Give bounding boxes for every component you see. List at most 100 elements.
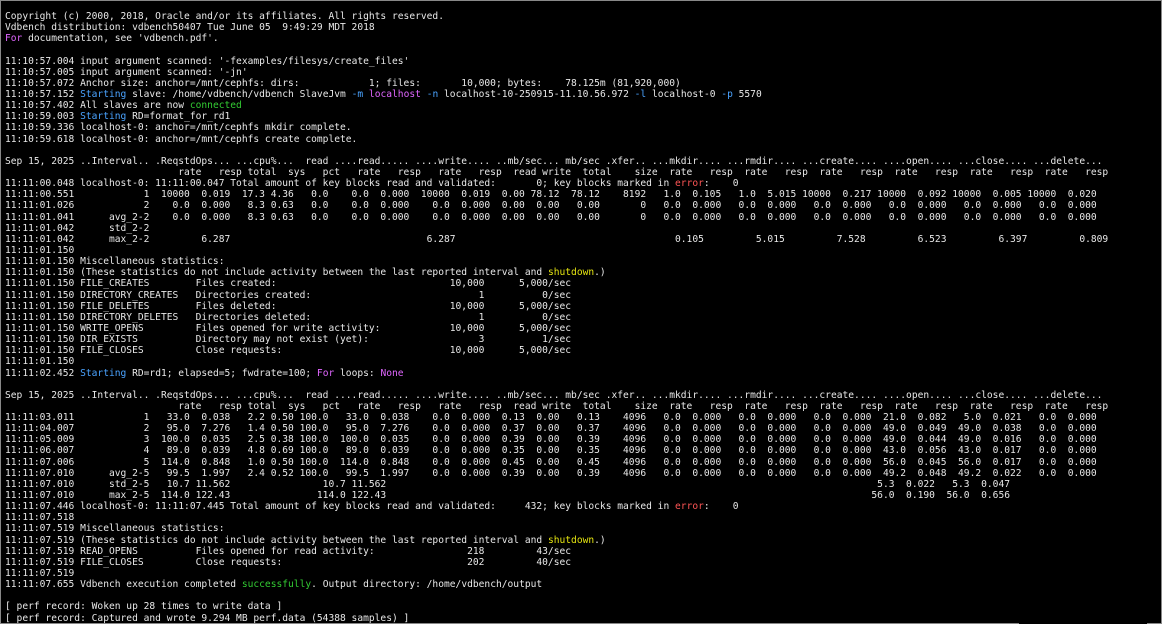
terminal-line: rate resp total sys pct rate resp rate r… bbox=[5, 167, 1161, 178]
terminal-text-segment: 11:11:01.150 FILE_CREATES Files created:… bbox=[5, 278, 572, 290]
terminal-text-segment: 11:10:57.072 Anchor size: anchor=/mnt/ce… bbox=[5, 77, 681, 89]
terminal-text-segment: [ perf record: Woken up 28 times to writ… bbox=[5, 601, 283, 613]
terminal-text-segment: 11:10:59.003 bbox=[5, 111, 81, 123]
terminal-text-segment: shutdown bbox=[547, 267, 595, 279]
terminal-text-segment: documentation, see 'vdbench.pdf'. bbox=[22, 33, 219, 45]
terminal-text-segment: 11:11:07.010 max_2-5 114.0 122.43 114.0 … bbox=[5, 490, 1011, 502]
terminal-text-segment: 11:11:01.150 (These statistics do not in… bbox=[5, 267, 548, 279]
terminal-text-segment: 11:11:07.006 5 114.0 0.848 1.0 0.50 100.… bbox=[5, 456, 1097, 468]
terminal-text-segment: 11:11:01.026 2 0.0 0.000 8.3 0.63 0.0 0.… bbox=[5, 200, 1097, 212]
terminal-text-segment: '-jn' bbox=[218, 66, 248, 78]
terminal-window[interactable]: Copyright (c) 2000, 2018, Oracle and/or … bbox=[0, 0, 1162, 624]
terminal-line: 11:11:01.150 FILE_CLOSES Close requests:… bbox=[5, 345, 1161, 356]
terminal-line: 11:10:59.003 Starting RD=format_for_rd1 bbox=[5, 111, 1161, 122]
terminal-text-segment: None bbox=[380, 367, 404, 379]
terminal-line: 11:11:01.150 FILE_CREATES Files created:… bbox=[5, 278, 1161, 289]
terminal-text-segment: : 0 bbox=[703, 178, 739, 190]
terminal-text-segment: 11:11:01.042 std_2-2 bbox=[5, 222, 150, 234]
terminal-text-segment: shutdown bbox=[547, 534, 595, 546]
terminal-cursor-area bbox=[1019, 606, 1147, 624]
terminal-line: 11:11:07.519 Miscellaneous statistics: bbox=[5, 523, 1161, 534]
terminal-text-segment: 11:11:01.150 bbox=[5, 356, 75, 368]
terminal-text-segment: 11:11:07.010 std_2-5 10.7 11.562 10.7 11… bbox=[5, 478, 1011, 490]
terminal-text-segment: .) bbox=[594, 534, 606, 546]
terminal-text-segment: For bbox=[5, 33, 23, 45]
terminal-line: [ perf record: Woken up 28 times to writ… bbox=[5, 601, 1161, 612]
terminal-text-segment: .) bbox=[594, 267, 606, 279]
terminal-line: 11:11:00.048 localhost-0: 11:11:00.047 T… bbox=[5, 178, 1161, 189]
terminal-line: 11:11:07.010 max_2-5 114.0 122.43 114.0 … bbox=[5, 490, 1161, 501]
terminal-text-segment: 11:11:07.519 bbox=[5, 568, 75, 580]
terminal-text-segment: 11:11:00.048 localhost-0: 11:11:00.047 T… bbox=[5, 178, 676, 190]
terminal-line: 11:11:01.042 max_2-2 6.287 6.287 0.105 5… bbox=[5, 234, 1161, 245]
terminal-text-segment: RD=rd1; elapsed=5; fwdrate=100; bbox=[126, 367, 317, 379]
terminal-text-segment: slave: /home/vdbench/vdbench SlaveJvm bbox=[126, 88, 352, 100]
terminal-text-segment: connected bbox=[189, 100, 242, 112]
terminal-text-segment: 11:11:00.551 1 10000 0.019 17.3 4.36 0.0… bbox=[5, 189, 1097, 201]
terminal-line: 11:11:06.007 4 89.0 0.039 4.8 0.69 100.0… bbox=[5, 445, 1161, 456]
terminal-text-segment: localhost bbox=[368, 88, 421, 100]
terminal-text-segment: 11:11:01.150 DIR_EXISTS Directory may no… bbox=[5, 334, 572, 346]
terminal-text-segment: 11:11:01.150 WRITE_OPENS Files opened fo… bbox=[5, 322, 572, 334]
terminal-text-segment: Starting bbox=[80, 88, 127, 100]
terminal-text-segment: 11:11:01.150 DIRECTORY_DELETES Directori… bbox=[5, 311, 572, 323]
terminal-text-segment: Vdbench distribution: vdbench50407 Tue J… bbox=[5, 22, 375, 34]
terminal-text-segment: successfully bbox=[241, 579, 312, 591]
terminal-text-segment: rate resp total sys pct rate resp rate r… bbox=[5, 400, 1109, 412]
terminal-line: 11:11:04.007 2 95.0 7.276 1.4 0.50 100.0… bbox=[5, 423, 1161, 434]
terminal-text-segment: 11:11:02.452 bbox=[5, 367, 81, 379]
terminal-text-segment: -m bbox=[351, 88, 364, 100]
terminal-text-segment: 11:11:07.010 avg_2-5 99.5 1.997 2.4 0.52… bbox=[5, 467, 1097, 479]
terminal-line: 11:11:01.150 WRITE_OPENS Files opened fo… bbox=[5, 323, 1161, 334]
terminal-line: 11:11:02.452 Starting RD=rd1; elapsed=5;… bbox=[5, 368, 1161, 379]
terminal-text-segment: localhost-10-250915-11.10.56.972 bbox=[438, 88, 635, 100]
terminal-text-segment: For bbox=[316, 367, 335, 379]
terminal-text-segment: error bbox=[675, 178, 704, 190]
terminal-text-segment: 11:10:57.005 input argument scanned: bbox=[5, 66, 219, 78]
terminal-text-segment: '-fexamples/filesys/create_files' bbox=[218, 55, 410, 67]
terminal-line: 11:11:05.009 3 100.0 0.035 2.5 0.38 100.… bbox=[5, 434, 1161, 445]
terminal-line: 11:11:07.446 localhost-0: 11:11:07.445 T… bbox=[5, 501, 1161, 512]
terminal-line: 11:11:01.026 2 0.0 0.000 8.3 0.63 0.0 0.… bbox=[5, 200, 1161, 211]
terminal-text-segment: 11:11:01.150 Miscellaneous statistics: bbox=[5, 256, 225, 268]
terminal-text-segment: RD=format_for_rd1 bbox=[126, 111, 231, 123]
terminal-text-segment: localhost-0 bbox=[646, 88, 722, 100]
terminal-text-segment: -l bbox=[634, 88, 647, 100]
terminal-line: 11:11:07.655 Vdbench execution completed… bbox=[5, 579, 1161, 590]
terminal-line: 11:10:59.336 localhost-0: anchor=/mnt/ce… bbox=[5, 122, 1161, 133]
terminal-text-segment: Starting bbox=[80, 367, 127, 379]
terminal-line: 11:11:00.551 1 10000 0.019 17.3 4.36 0.0… bbox=[5, 189, 1161, 200]
terminal-text-segment: Copyright (c) 2000, 2018, Oracle and/or … bbox=[5, 11, 444, 22]
terminal-text-segment: loops: bbox=[334, 367, 381, 379]
terminal-line: 11:11:01.041 avg_2-2 0.0 0.000 8.3 0.63 … bbox=[5, 212, 1161, 223]
terminal-line: 11:11:01.150 Miscellaneous statistics: bbox=[5, 256, 1161, 267]
terminal-text-segment: 11:11:01.150 bbox=[5, 244, 75, 256]
terminal-text-segment: 5570 bbox=[732, 88, 762, 100]
terminal-text-segment: 11:11:06.007 4 89.0 0.039 4.8 0.69 100.0… bbox=[5, 445, 1097, 457]
terminal-line: 11:10:57.072 Anchor size: anchor=/mnt/ce… bbox=[5, 78, 1161, 89]
terminal-line: 11:11:01.150 DIRECTORY_DELETES Directori… bbox=[5, 312, 1161, 323]
terminal-line: 11:11:07.519 (These statistics do not in… bbox=[5, 535, 1161, 546]
terminal-text-segment: 11:11:01.150 FILE_DELETES Files deleted:… bbox=[5, 300, 572, 312]
terminal-text-segment: 11:11:07.446 localhost-0: 11:11:07.445 T… bbox=[5, 501, 676, 513]
terminal-line: 11:11:01.150 FILE_DELETES Files deleted:… bbox=[5, 301, 1161, 312]
terminal-text-segment: 11:10:57.004 input argument scanned: bbox=[5, 55, 219, 67]
terminal-line: 11:11:01.150 bbox=[5, 245, 1161, 256]
terminal-text-segment: 11:11:05.009 3 100.0 0.035 2.5 0.38 100.… bbox=[5, 434, 1097, 446]
terminal-text-segment: Sep 15, 2025 ..Interval.. .ReqstdOps... … bbox=[5, 155, 1103, 167]
terminal-line: Vdbench distribution: vdbench50407 Tue J… bbox=[5, 22, 1161, 33]
terminal-text-segment: 11:11:04.007 2 95.0 7.276 1.4 0.50 100.0… bbox=[5, 423, 1097, 435]
terminal-line: 11:11:07.010 std_2-5 10.7 11.562 10.7 11… bbox=[5, 479, 1161, 490]
terminal-text-segment: [ perf record: Captured and wrote 9.294 … bbox=[5, 612, 410, 624]
terminal-line: 11:10:57.402 All slaves are now connecte… bbox=[5, 100, 1161, 111]
terminal-line: 11:11:01.042 std_2-2 bbox=[5, 223, 1161, 234]
terminal-line: 11:10:57.004 input argument scanned: '-f… bbox=[5, 56, 1161, 67]
terminal-text-segment: 11:11:03.011 1 33.0 0.038 2.2 0.50 100.0… bbox=[5, 412, 1097, 424]
terminal-line: Sep 15, 2025 ..Interval.. .ReqstdOps... … bbox=[5, 390, 1161, 401]
terminal-line: 11:10:57.152 Starting slave: /home/vdben… bbox=[5, 89, 1161, 100]
terminal-text-segment: 11:11:07.519 READ_OPENS Files opened for… bbox=[5, 545, 572, 557]
terminal-line: 11:10:57.005 input argument scanned: '-j… bbox=[5, 67, 1161, 78]
terminal-line: 11:11:07.519 bbox=[5, 568, 1161, 579]
